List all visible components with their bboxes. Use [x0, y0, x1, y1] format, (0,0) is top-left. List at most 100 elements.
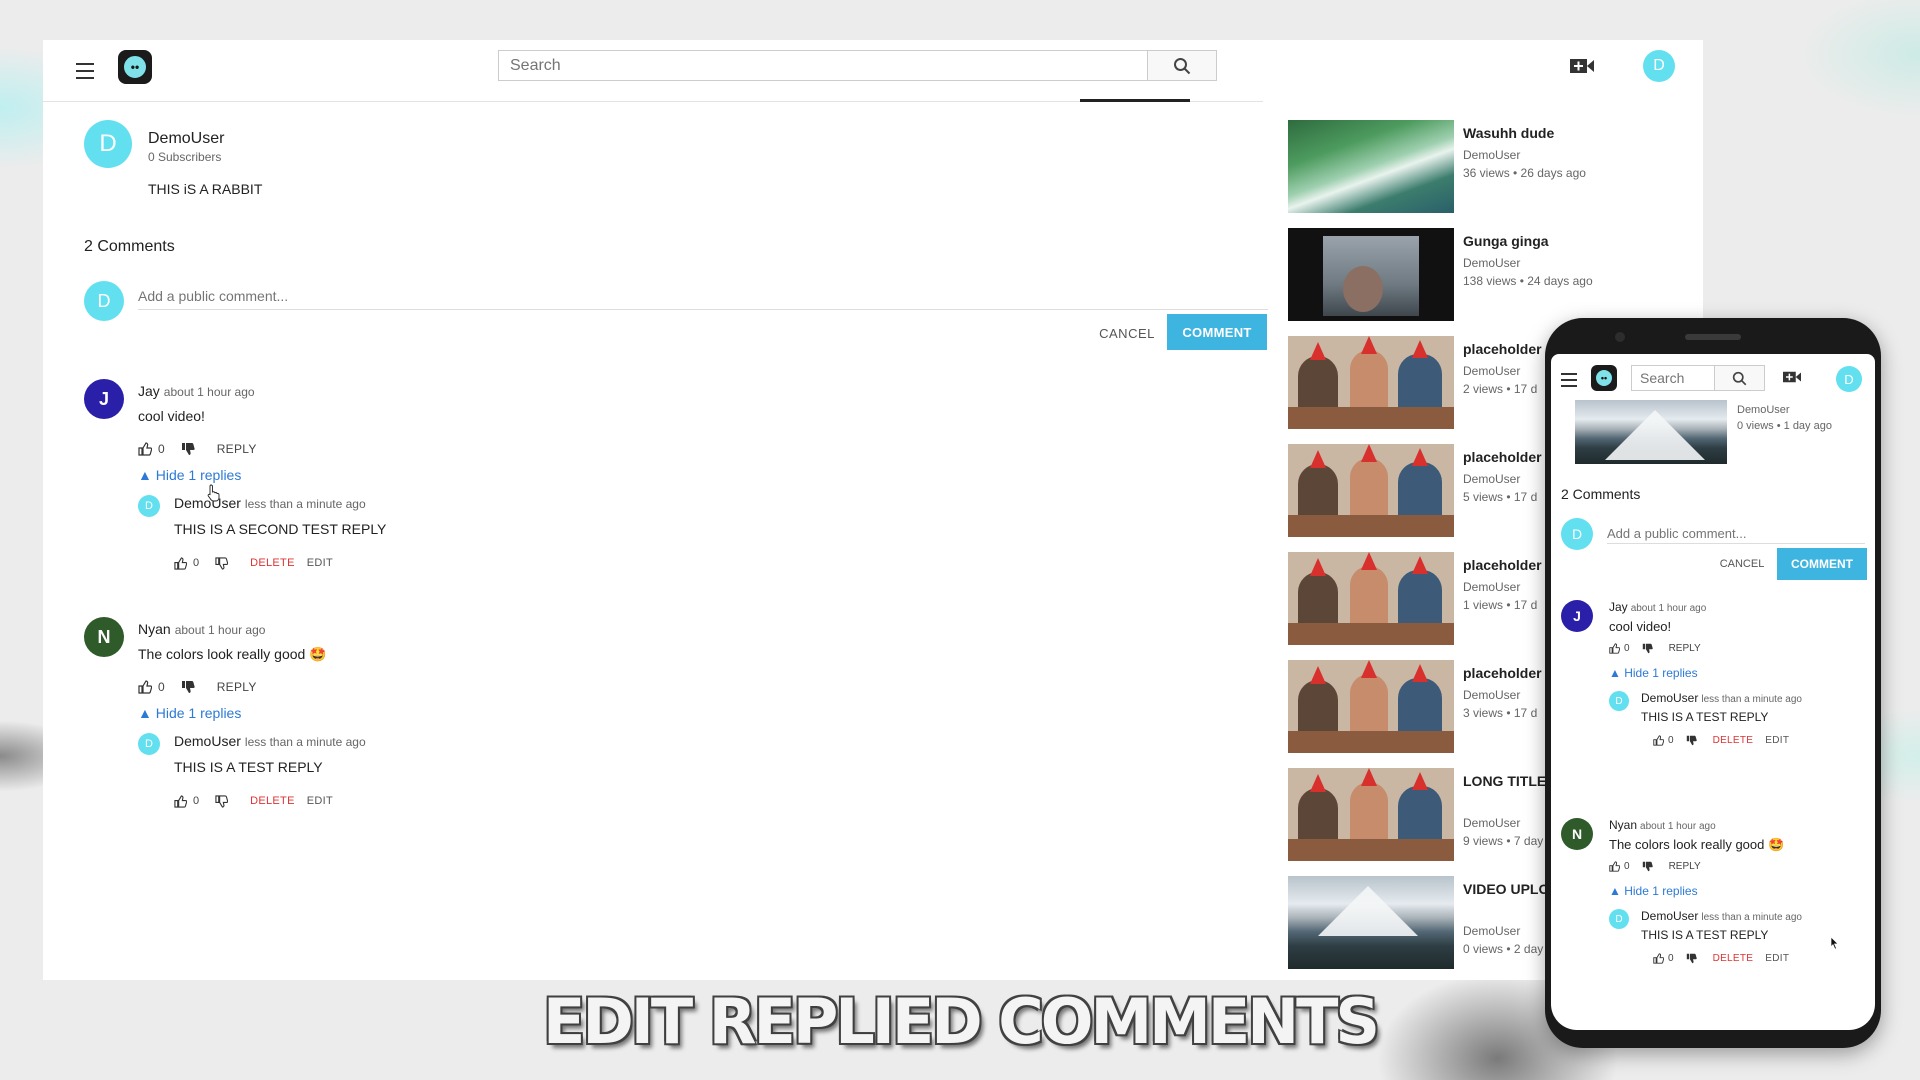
hide-replies-toggle[interactable]: ▲ Hide 1 replies	[1609, 884, 1698, 898]
dislike-button[interactable]	[1642, 861, 1657, 872]
dislike-button[interactable]	[1686, 953, 1701, 964]
video-channel: DemoUser	[1463, 256, 1521, 270]
user-avatar[interactable]: D	[1836, 366, 1862, 392]
comment-button[interactable]: COMMENT	[1167, 314, 1267, 350]
edit-button[interactable]: EDIT	[1765, 953, 1789, 964]
avatar[interactable]: D	[138, 495, 160, 517]
hide-replies-toggle[interactable]: ▲ Hide 1 replies	[138, 467, 241, 483]
video-upload-icon[interactable]	[1568, 54, 1596, 78]
video-channel: DemoUser	[1463, 364, 1521, 378]
dislike-button[interactable]	[215, 556, 234, 570]
like-button[interactable]: 0	[1653, 735, 1674, 746]
comment-actions: 0 REPLY	[1609, 861, 1701, 872]
dislike-button[interactable]	[215, 794, 234, 808]
video-thumbnail[interactable]	[1288, 444, 1454, 537]
cancel-button[interactable]: CANCEL	[1711, 551, 1773, 577]
dislike-button[interactable]	[1686, 735, 1701, 746]
thumbs-up-icon	[1609, 643, 1620, 654]
video-thumbnail[interactable]	[1288, 336, 1454, 429]
video-channel: DemoUser	[1463, 148, 1521, 162]
reply-time: less than a minute ago	[1701, 912, 1802, 923]
video-channel: DemoUser	[1463, 688, 1521, 702]
reply-text: THIS IS A TEST REPLY	[174, 759, 323, 775]
search-button[interactable]	[1148, 50, 1217, 81]
channel-avatar[interactable]: D	[84, 120, 132, 168]
video-title[interactable]: Wasuhh dude	[1463, 123, 1683, 143]
edit-button[interactable]: EDIT	[307, 795, 333, 807]
comment-time: about 1 hour ago	[1640, 821, 1716, 832]
avatar[interactable]: J	[84, 379, 124, 419]
video-thumbnail[interactable]	[1288, 120, 1454, 213]
video-upload-icon[interactable]	[1781, 368, 1803, 386]
like-button[interactable]: 0	[138, 680, 165, 694]
delete-button[interactable]: DELETE	[1713, 953, 1754, 964]
video-description: THIS iS A RABBIT	[148, 181, 263, 197]
hide-replies-toggle[interactable]: ▲ Hide 1 replies	[1609, 666, 1698, 680]
video-meta: 3 views • 17 d	[1463, 706, 1538, 720]
thumbs-up-icon	[174, 794, 187, 808]
reply-button[interactable]: REPLY	[217, 442, 257, 456]
like-button[interactable]: 0	[1653, 953, 1674, 964]
reply-button[interactable]: REPLY	[217, 680, 257, 694]
edit-button[interactable]: EDIT	[307, 557, 333, 569]
avatar[interactable]: N	[1561, 818, 1593, 850]
video-meta: 36 views • 26 days ago	[1463, 166, 1586, 180]
avatar: D	[1561, 518, 1593, 550]
video-thumbnail[interactable]	[1575, 400, 1727, 464]
menu-icon[interactable]	[71, 56, 99, 84]
add-comment-input[interactable]	[138, 286, 1268, 310]
delete-button[interactable]: DELETE	[250, 795, 295, 807]
add-comment-input[interactable]	[1607, 524, 1865, 544]
video-title[interactable]: Gunga ginga	[1463, 231, 1683, 251]
avatar[interactable]: D	[138, 733, 160, 755]
channel-name[interactable]: DemoUser	[148, 130, 224, 148]
reply-button[interactable]: REPLY	[1669, 643, 1701, 654]
delete-button[interactable]: DELETE	[1713, 735, 1754, 746]
comment-text: cool video!	[1609, 619, 1672, 634]
search-input[interactable]	[1631, 365, 1715, 391]
like-button[interactable]: 0	[174, 794, 199, 808]
hide-replies-toggle[interactable]: ▲ Hide 1 replies	[138, 705, 241, 721]
comment-button[interactable]: COMMENT	[1777, 548, 1867, 580]
avatar[interactable]: D	[1609, 691, 1629, 711]
like-count: 0	[158, 442, 165, 456]
reply-button[interactable]: REPLY	[1669, 861, 1701, 872]
like-button[interactable]: 0	[1609, 643, 1630, 654]
comment-time: about 1 hour ago	[163, 385, 255, 399]
thumbs-down-icon	[1642, 861, 1653, 872]
cancel-button[interactable]: CANCEL	[1088, 317, 1166, 349]
like-button[interactable]: 0	[138, 442, 165, 456]
video-thumbnail[interactable]	[1288, 660, 1454, 753]
video-thumbnail[interactable]	[1288, 228, 1454, 321]
comment-actions: 0 REPLY	[138, 677, 257, 697]
reply-actions: 0 DELETE EDIT	[174, 791, 333, 811]
comment-time: about 1 hour ago	[1630, 603, 1707, 614]
thumbs-down-icon	[215, 556, 229, 570]
menu-icon[interactable]	[1561, 369, 1581, 387]
search-button[interactable]	[1715, 365, 1765, 391]
like-button[interactable]: 0	[1609, 861, 1630, 872]
video-meta: 2 views • 17 d	[1463, 382, 1538, 396]
video-thumbnail[interactable]	[1288, 552, 1454, 645]
avatar[interactable]: D	[1609, 909, 1629, 929]
video-channel: DemoUser	[1463, 472, 1521, 486]
dislike-button[interactable]	[181, 442, 201, 456]
avatar[interactable]: N	[84, 617, 124, 657]
app-logo[interactable]: ••	[1591, 365, 1617, 391]
video-thumbnail[interactable]	[1288, 876, 1454, 969]
reply-text: THIS IS A SECOND TEST REPLY	[174, 521, 387, 537]
edit-button[interactable]: EDIT	[1765, 735, 1789, 746]
video-list-item[interactable]: Wasuhh dude DemoUser 36 views • 26 days ag…	[1288, 120, 1688, 215]
avatar[interactable]: J	[1561, 600, 1593, 632]
video-list-item[interactable]: Gunga ginga DemoUser 138 views • 24 days a…	[1288, 228, 1688, 323]
user-avatar[interactable]: D	[1643, 50, 1675, 82]
search-input[interactable]	[498, 50, 1148, 81]
thumbs-up-icon	[1653, 735, 1664, 746]
dislike-button[interactable]	[181, 680, 201, 694]
like-button[interactable]: 0	[174, 556, 199, 570]
video-thumbnail[interactable]	[1288, 768, 1454, 861]
app-logo[interactable]: ••	[118, 50, 152, 84]
delete-button[interactable]: DELETE	[250, 557, 295, 569]
dislike-button[interactable]	[1642, 643, 1657, 654]
video-meta: 0 views • 2 day	[1463, 942, 1544, 956]
